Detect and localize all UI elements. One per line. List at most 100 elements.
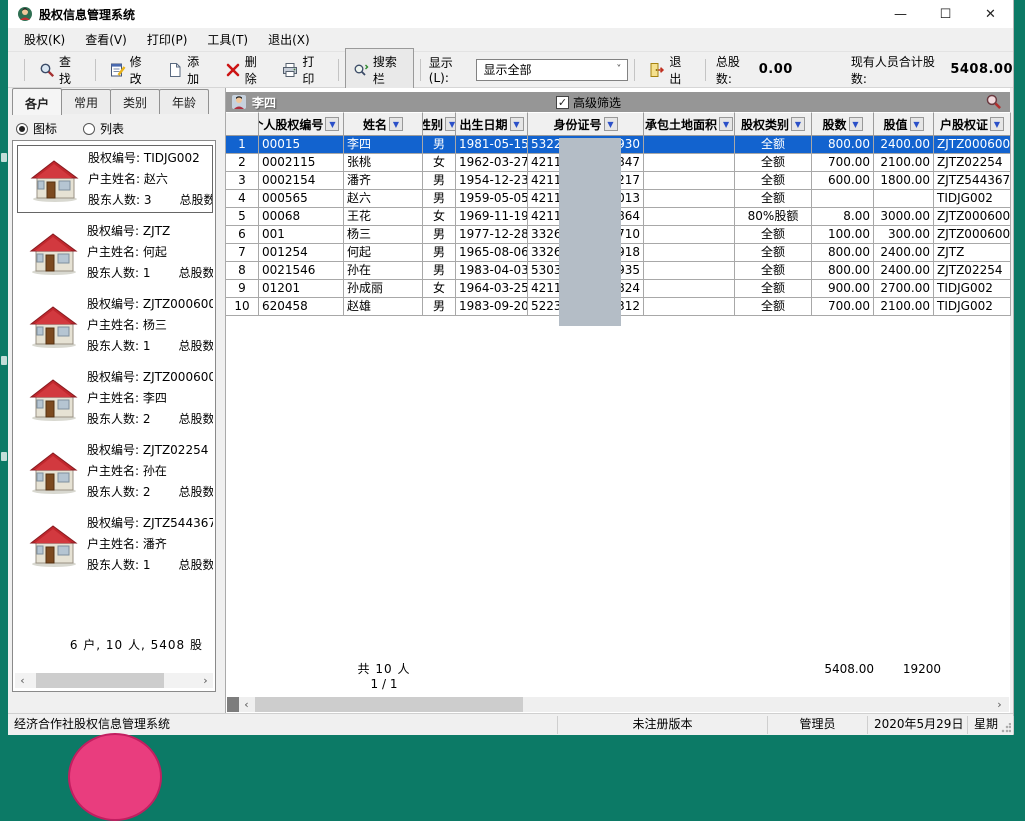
cell-gender: 男	[423, 298, 456, 316]
title-bar[interactable]: 股权信息管理系统 — ☐ ✕	[8, 0, 1013, 28]
display-label: 显示(L):	[429, 54, 471, 85]
filter-arrow-icon[interactable]: ▼	[389, 117, 403, 131]
toolbar-separator	[338, 59, 339, 81]
cell-name: 张桃	[344, 154, 423, 172]
cell-value: 1800.00	[874, 172, 934, 190]
sidebar-tab-2[interactable]: 类别	[110, 89, 160, 114]
column-header-7[interactable]: 股权类别▼	[735, 112, 812, 136]
red-x-icon	[225, 62, 241, 78]
column-header-5[interactable]: 身份证号▼	[528, 112, 644, 136]
cell-type: 全额	[735, 154, 812, 172]
cell-birth: 1964-03-25	[456, 280, 528, 298]
column-header-4[interactable]: 出生日期▼	[456, 112, 528, 136]
scrollbar-thumb[interactable]	[36, 673, 164, 688]
cell-birth: 1962-03-27	[456, 154, 528, 172]
filter-arrow-icon[interactable]: ▼	[849, 117, 863, 131]
cell-gender: 男	[423, 136, 456, 154]
cell-land	[644, 226, 735, 244]
cell-birth: 1959-05-05	[456, 190, 528, 208]
cell-shares: 8.00	[812, 208, 874, 226]
household-item-3[interactable]: 股权编号: ZJTZ0006003户主姓名: 李四股东人数: 2总股数	[17, 364, 213, 432]
cell-num: 2	[226, 154, 259, 172]
cell-num: 1	[226, 136, 259, 154]
status-bar: 经济合作社股权信息管理系统未注册版本管理员2020年5月29日星期	[8, 713, 1013, 735]
household-owner: 户主姓名: 杨三	[87, 315, 213, 336]
household-item-0[interactable]: 股权编号: TIDJG002户主姓名: 赵六股东人数: 3总股数	[17, 145, 213, 213]
scroll-left-icon[interactable]: ‹	[239, 697, 254, 712]
household-item-1[interactable]: 股权编号: ZJTZ户主姓名: 何起股东人数: 1总股数	[17, 218, 213, 286]
sidebar-tab-0[interactable]: 各户	[12, 88, 62, 115]
column-header-2[interactable]: 姓名▼	[344, 112, 423, 136]
sidebar-tab-1[interactable]: 常用	[61, 89, 111, 114]
household-count: 股东人数: 3总股数	[88, 190, 212, 211]
exit-door-icon	[649, 62, 665, 78]
filter-arrow-icon[interactable]: ▼	[445, 117, 456, 131]
magnifier-icon	[39, 62, 55, 78]
cell-gender: 女	[423, 154, 456, 172]
household-item-4[interactable]: 股权编号: ZJTZ02254户主姓名: 孙在股东人数: 2总股数	[17, 437, 213, 505]
household-item-5[interactable]: 股权编号: ZJTZ544367户主姓名: 潘齐股东人数: 1总股数	[17, 510, 213, 578]
household-count: 股东人数: 1总股数	[87, 263, 213, 284]
cell-gender: 男	[423, 190, 456, 208]
cell-num: 6	[226, 226, 259, 244]
delete-button[interactable]: 删除	[217, 48, 275, 92]
toolbar: 查找 修改 添加 删除	[8, 52, 1013, 88]
column-header-9[interactable]: 股值▼	[874, 112, 934, 136]
cell-code: 00015	[259, 136, 344, 154]
radio-list-view[interactable]: 列表	[83, 120, 124, 137]
column-header-6[interactable]: 承包土地面积▼	[644, 112, 735, 136]
scroll-right-icon[interactable]: ›	[992, 697, 1007, 712]
cell-num: 8	[226, 262, 259, 280]
cell-cert: ZJTZ02254	[934, 262, 1011, 280]
household-item-2[interactable]: 股权编号: ZJTZ0006001户主姓名: 杨三股东人数: 1总股数	[17, 291, 213, 359]
cell-type: 全额	[735, 262, 812, 280]
radio-circle-icon	[83, 123, 95, 135]
print-button[interactable]: 打印	[274, 48, 332, 92]
minimize-button[interactable]: —	[878, 0, 923, 28]
filter-arrow-icon[interactable]: ▼	[990, 117, 1004, 131]
find-button[interactable]: 查找	[31, 48, 89, 92]
display-filter-dropdown[interactable]: 显示全部 ˅	[476, 59, 628, 81]
cell-gender: 男	[423, 262, 456, 280]
sidebar-tab-3[interactable]: 年龄	[159, 89, 209, 114]
maximize-button[interactable]: ☐	[923, 0, 968, 28]
cell-cert: TIDJG002	[934, 190, 1011, 208]
scroll-left-icon[interactable]: ‹	[15, 673, 30, 688]
sidebar-horizontal-scrollbar[interactable]: ‹ ›	[15, 673, 213, 688]
searchbar-toggle-button[interactable]: 搜索栏	[345, 48, 414, 92]
filter-arrow-icon[interactable]: ▼	[510, 117, 524, 131]
cell-gender: 男	[423, 226, 456, 244]
filter-arrow-icon[interactable]: ▼	[719, 117, 733, 131]
exit-button[interactable]: 退出	[641, 48, 699, 92]
edit-button[interactable]: 修改	[102, 48, 160, 92]
house-icon	[27, 303, 79, 349]
filter-arrow-icon[interactable]: ▼	[325, 117, 339, 131]
table-horizontal-scrollbar[interactable]: ‹ ›	[227, 697, 1009, 712]
scrollbar-thumb[interactable]	[255, 697, 523, 712]
cell-name: 潘齐	[344, 172, 423, 190]
add-button[interactable]: 添加	[159, 48, 217, 92]
cell-num: 9	[226, 280, 259, 298]
scroll-right-icon[interactable]: ›	[198, 673, 213, 688]
cell-land	[644, 136, 735, 154]
radio-icon-view[interactable]: 图标	[16, 120, 57, 137]
filter-arrow-icon[interactable]: ▼	[910, 117, 924, 131]
close-button[interactable]: ✕	[968, 0, 1013, 28]
column-header-8[interactable]: 股数▼	[812, 112, 874, 136]
column-header-3[interactable]: 性别▼	[423, 112, 456, 136]
checkbox-checked-icon[interactable]: ✓	[556, 96, 569, 109]
household-count: 股东人数: 2总股数	[87, 482, 213, 503]
column-header-10[interactable]: 户股权证▼	[934, 112, 1011, 136]
cell-shares: 700.00	[812, 298, 874, 316]
cell-code: 0002115	[259, 154, 344, 172]
cell-land	[644, 154, 735, 172]
filter-arrow-icon[interactable]: ▼	[604, 117, 618, 131]
filter-arrow-icon[interactable]: ▼	[791, 117, 805, 131]
search-icon[interactable]	[985, 93, 1002, 110]
status-section-2: 管理员	[768, 716, 868, 734]
column-header-1[interactable]: 个人股权编号▼↑	[259, 112, 344, 136]
cell-value: 300.00	[874, 226, 934, 244]
advanced-filter[interactable]: ✓ 高级筛选	[556, 94, 621, 111]
house-icon	[27, 449, 79, 495]
cell-value	[874, 190, 934, 208]
